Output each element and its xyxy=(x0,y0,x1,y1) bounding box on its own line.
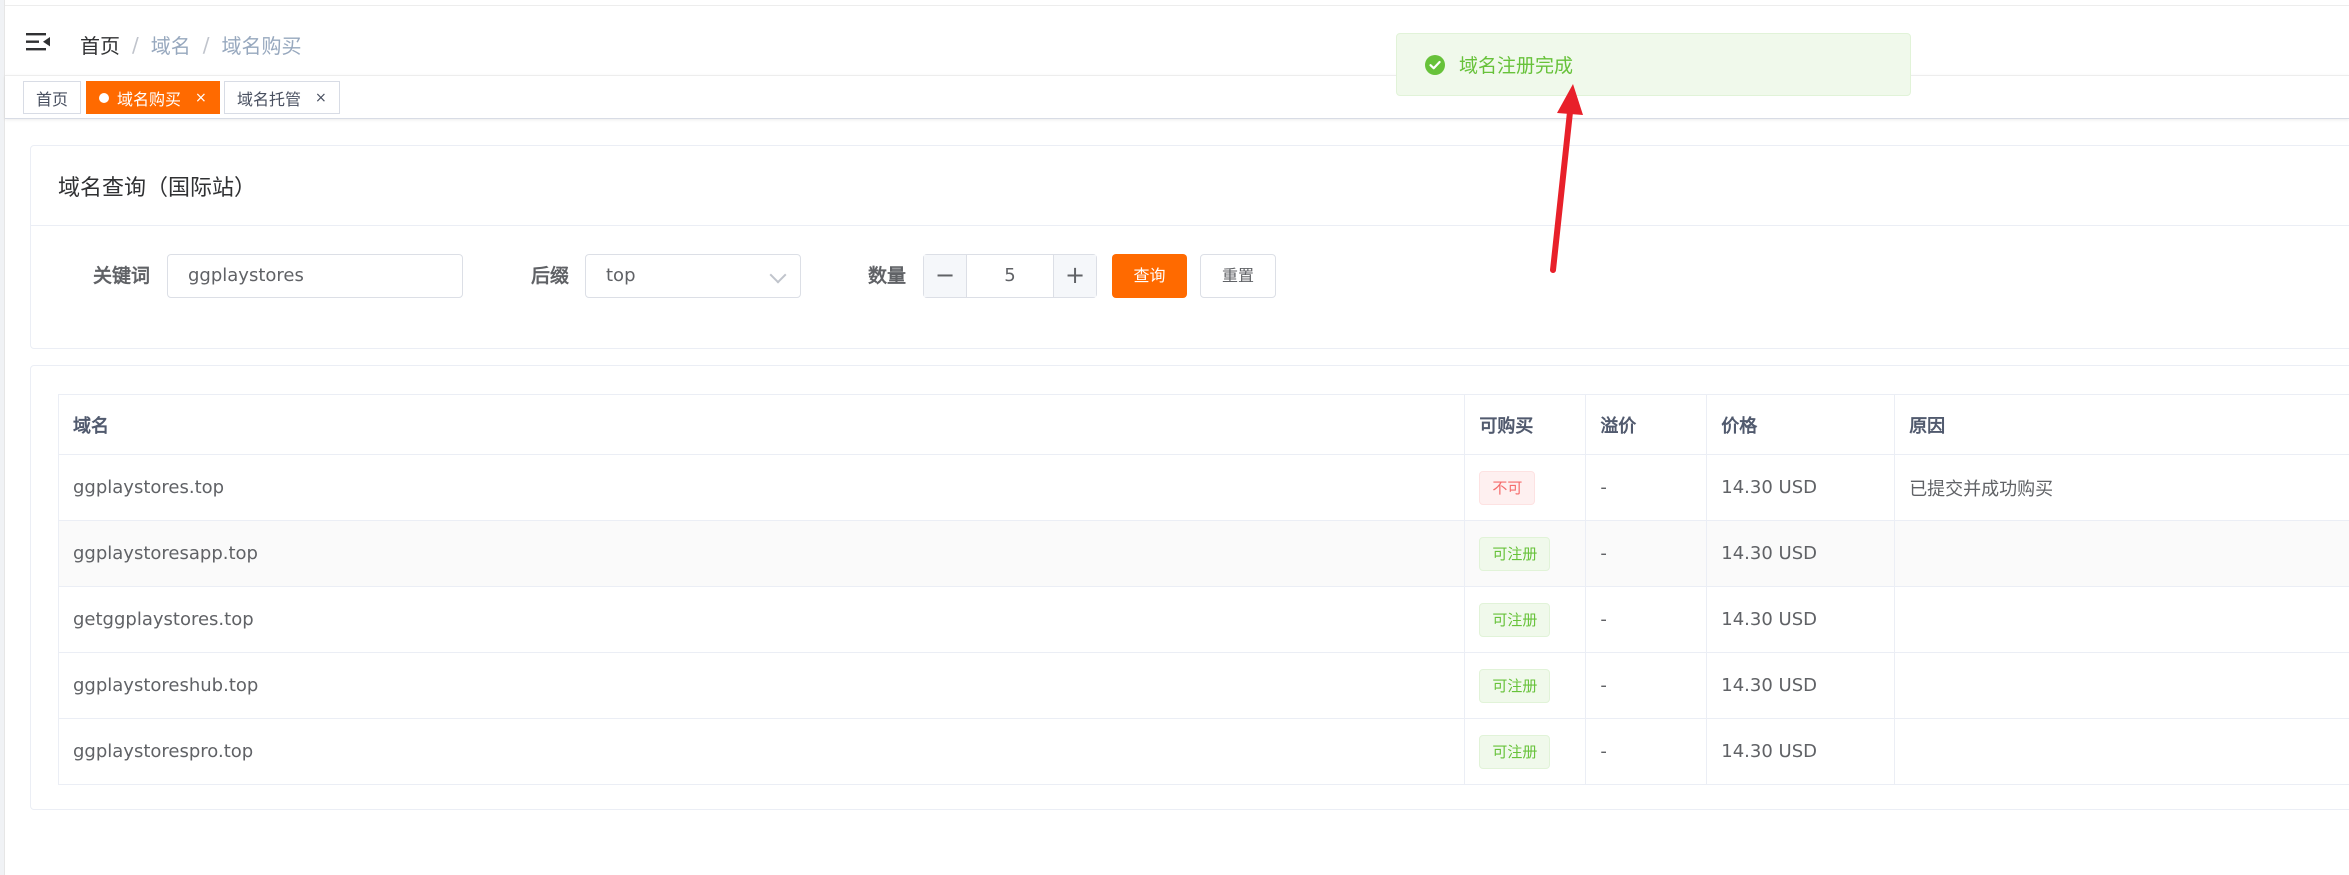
breadcrumb: 首页 / 域名 / 域名购买 xyxy=(80,30,302,59)
quantity-input[interactable]: 5 xyxy=(967,255,1053,297)
domain-cell: ggplaystores.top xyxy=(57,454,1466,521)
status-badge: 可注册 xyxy=(1479,602,1551,637)
price-cell: 14.30 USD xyxy=(1706,586,1896,653)
reason-cell xyxy=(1894,520,2349,587)
domain-cell: ggplaystorespro.top xyxy=(57,718,1466,785)
top-navbar: 首页 / 域名 / 域名购买 xyxy=(5,5,2349,75)
decrease-button[interactable]: − xyxy=(924,255,967,297)
column-header-price: 价格 xyxy=(1706,394,1896,455)
tag-close-icon[interactable]: × xyxy=(195,90,207,106)
reset-button[interactable]: 重置 xyxy=(1200,254,1276,298)
reason-cell: 已提交并成功购买 xyxy=(1894,454,2349,521)
search-form: 关键词 ggplaystores 后缀 top 数量 − 5 + 查询 重置 xyxy=(31,254,2349,298)
reason-cell xyxy=(1894,652,2349,719)
tag-label: 域名托管 xyxy=(237,89,302,109)
keyword-label: 关键词 xyxy=(93,265,151,287)
column-header-domain: 域名 xyxy=(57,394,1466,455)
quantity-label: 数量 xyxy=(868,265,907,287)
table-row: ggplaystores.top 不可 - 14.30 USD 已提交并成功购买 xyxy=(57,454,2349,521)
status-badge: 可注册 xyxy=(1479,734,1551,769)
premium-cell: - xyxy=(1585,718,1708,785)
tag-label: 域名购买 xyxy=(117,89,182,109)
check-circle-icon xyxy=(1425,54,1445,75)
breadcrumb-separator: / xyxy=(132,32,139,57)
breadcrumb-separator: / xyxy=(202,32,210,57)
tag-domain-hosting[interactable]: 域名托管 × xyxy=(224,81,340,114)
premium-cell: - xyxy=(1585,454,1708,521)
tag-label: 首页 xyxy=(36,89,69,109)
breadcrumb-home[interactable]: 首页 xyxy=(80,30,120,59)
available-cell: 可注册 xyxy=(1464,718,1587,785)
premium-cell: - xyxy=(1585,520,1708,587)
available-cell: 可注册 xyxy=(1464,586,1587,653)
price-cell: 14.30 USD xyxy=(1706,520,1896,587)
domain-cell: ggplaystoreshub.top xyxy=(57,652,1466,719)
status-badge: 可注册 xyxy=(1479,668,1551,703)
breadcrumb-domain-purchase: 域名购买 xyxy=(221,34,302,58)
domain-search-card: 域名查询（国际站） 关键词 ggplaystores 后缀 top 数量 − 5… xyxy=(30,145,2349,349)
tag-close-icon[interactable]: × xyxy=(315,90,327,106)
chevron-down-icon xyxy=(769,266,787,284)
domain-cell: getggplaystores.top xyxy=(57,586,1466,653)
query-button[interactable]: 查询 xyxy=(1112,254,1187,298)
results-table: 域名 可购买 溢价 价格 原因 ggplaystores.top 不可 - 14… xyxy=(57,394,2349,785)
toast-message: 域名注册完成 xyxy=(1459,55,1574,77)
increase-button[interactable]: + xyxy=(1053,255,1096,297)
suffix-select[interactable]: top xyxy=(585,254,801,298)
table-row: ggplaystoresapp.top 可注册 - 14.30 USD xyxy=(57,520,2349,587)
tags-view-bar: 首页 域名购买 × 域名托管 × xyxy=(5,75,2349,119)
available-cell: 不可 xyxy=(1464,454,1587,521)
results-card: 域名 可购买 溢价 价格 原因 ggplaystores.top 不可 - 14… xyxy=(30,365,2349,810)
available-cell: 可注册 xyxy=(1464,520,1587,587)
tag-domain-purchase[interactable]: 域名购买 × xyxy=(86,81,220,114)
status-badge: 不可 xyxy=(1479,470,1536,505)
table-row: getggplaystores.top 可注册 - 14.30 USD xyxy=(57,586,2349,653)
suffix-selected-value: top xyxy=(606,265,636,286)
table-header-row: 域名 可购买 溢价 价格 原因 xyxy=(57,394,2349,455)
premium-cell: - xyxy=(1585,586,1708,653)
column-header-premium: 溢价 xyxy=(1585,394,1708,455)
premium-cell: - xyxy=(1585,652,1708,719)
price-cell: 14.30 USD xyxy=(1706,652,1896,719)
available-cell: 可注册 xyxy=(1464,652,1587,719)
table-row: ggplaystoreshub.top 可注册 - 14.30 USD xyxy=(57,652,2349,719)
column-header-reason: 原因 xyxy=(1894,394,2349,455)
menu-fold-icon[interactable] xyxy=(25,30,51,54)
active-dot-icon xyxy=(99,92,109,103)
price-cell: 14.30 USD xyxy=(1706,454,1896,521)
breadcrumb-domain: 域名 xyxy=(150,34,191,58)
column-header-available: 可购买 xyxy=(1464,394,1587,455)
tag-home[interactable]: 首页 xyxy=(23,81,82,114)
reason-cell xyxy=(1894,586,2349,653)
left-border xyxy=(0,0,5,875)
suffix-label: 后缀 xyxy=(531,265,570,287)
status-badge: 可注册 xyxy=(1479,536,1551,571)
price-cell: 14.30 USD xyxy=(1706,718,1896,785)
success-toast: 域名注册完成 xyxy=(1396,33,1911,96)
keyword-input[interactable]: ggplaystores xyxy=(167,254,463,298)
reason-cell xyxy=(1894,718,2349,785)
table-row: ggplaystorespro.top 可注册 - 14.30 USD xyxy=(57,718,2349,785)
card-title: 域名查询（国际站） xyxy=(31,146,2349,226)
quantity-stepper: − 5 + xyxy=(923,254,1097,298)
domain-cell: ggplaystoresapp.top xyxy=(57,520,1466,587)
